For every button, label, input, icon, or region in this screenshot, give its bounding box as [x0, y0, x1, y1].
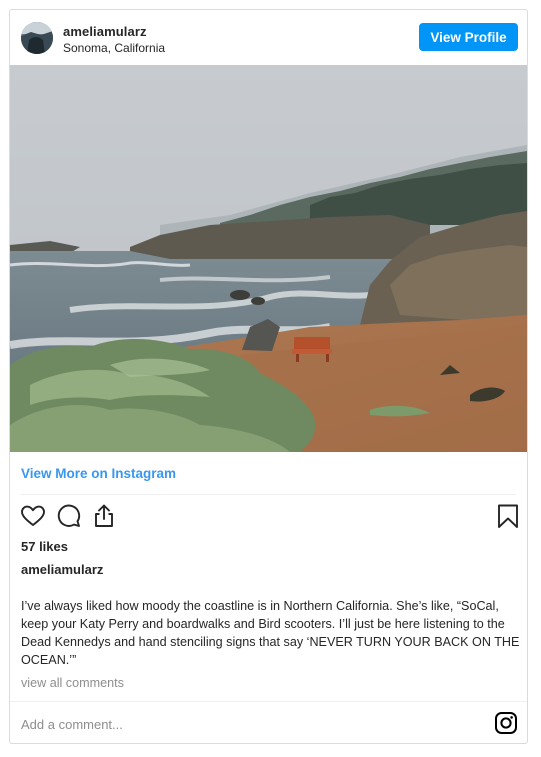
divider — [10, 701, 527, 702]
add-comment-input[interactable]: Add a comment... — [21, 717, 123, 732]
caption-author[interactable]: ameliamularz — [21, 562, 103, 577]
view-more-link[interactable]: View More on Instagram — [21, 466, 176, 481]
share-icon[interactable] — [90, 502, 118, 530]
likes-count[interactable]: 57 likes — [21, 539, 68, 554]
post-photo[interactable] — [10, 65, 527, 452]
post-header: ameliamularz Sonoma, California View Pro… — [10, 10, 527, 65]
avatar[interactable] — [21, 22, 53, 54]
post-caption: I’ve always liked how moody the coastlin… — [21, 599, 520, 667]
profile-username[interactable]: ameliamularz — [63, 24, 147, 39]
view-profile-button[interactable]: View Profile — [419, 23, 518, 51]
post-location[interactable]: Sonoma, California — [63, 41, 165, 55]
heart-icon[interactable] — [19, 502, 47, 530]
instagram-embed-card: ameliamularz Sonoma, California View Pro… — [9, 9, 528, 744]
divider — [21, 494, 516, 495]
bookmark-icon[interactable] — [494, 502, 522, 530]
view-all-comments-link[interactable]: view all comments — [21, 676, 124, 690]
action-bar — [10, 502, 527, 532]
comment-icon[interactable] — [55, 502, 83, 530]
instagram-icon[interactable] — [494, 711, 518, 735]
